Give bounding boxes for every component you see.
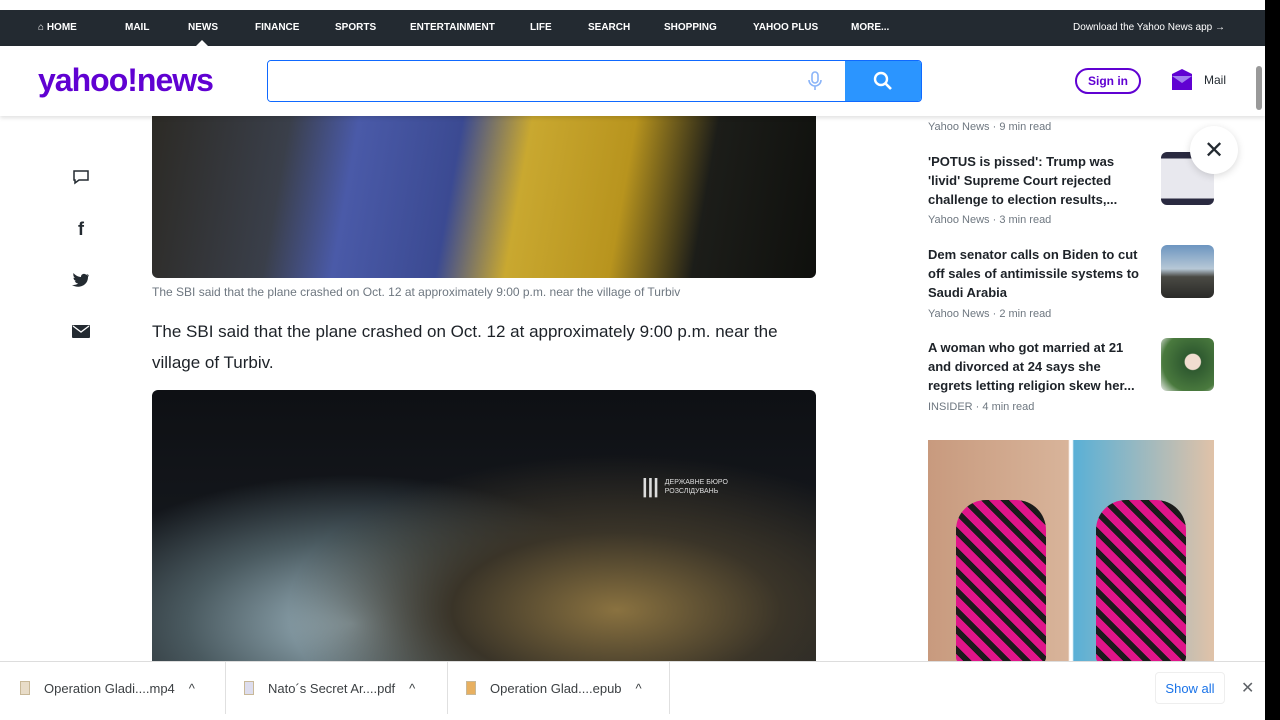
nav-mail[interactable]: MAIL bbox=[125, 22, 149, 33]
story-title[interactable]: A woman who got married at 21 and divorc… bbox=[928, 338, 1143, 395]
nav-yahoo-plus[interactable]: YAHOO PLUS bbox=[753, 22, 818, 33]
facebook-icon[interactable]: f bbox=[70, 218, 92, 240]
story-meta: Yahoo News · 9 min read bbox=[928, 121, 1052, 133]
search-bar bbox=[267, 60, 922, 102]
story-meta: INSIDER · 4 min read bbox=[928, 401, 1035, 413]
nav-home-label: HOME bbox=[46, 22, 77, 33]
file-icon bbox=[20, 681, 30, 695]
page: ⌂ HOME MAIL NEWS FINANCE SPORTS ENTERTAI… bbox=[0, 0, 1265, 720]
mail-label: Mail bbox=[1204, 73, 1227, 87]
nav-news[interactable]: NEWS bbox=[188, 22, 218, 33]
top-strip bbox=[0, 0, 1265, 10]
show-all-button[interactable]: Show all bbox=[1155, 672, 1225, 704]
article-paragraph: The SBI said that the plane crashed on O… bbox=[152, 322, 778, 372]
search-icon bbox=[873, 71, 892, 90]
comment-icon[interactable] bbox=[70, 166, 92, 188]
top-nav: ⌂ HOME MAIL NEWS FINANCE SPORTS ENTERTAI… bbox=[0, 10, 1265, 46]
download-filename: Operation Glad....epub bbox=[490, 680, 622, 696]
download-item[interactable]: Operation Glad....epub ^ bbox=[466, 662, 670, 714]
story-title[interactable]: 'POTUS is pissed': Trump was 'livid' Sup… bbox=[928, 152, 1143, 209]
nav-finance[interactable]: FINANCE bbox=[255, 22, 299, 33]
story-thumbnail[interactable] bbox=[1161, 338, 1214, 391]
download-filename: Operation Gladi....mp4 bbox=[44, 680, 175, 696]
article-image-plane-wreck bbox=[152, 116, 816, 278]
email-icon[interactable] bbox=[70, 320, 92, 342]
search-input[interactable] bbox=[268, 61, 785, 101]
download-filename: Nato´s Secret Ar....pdf bbox=[268, 680, 396, 696]
mail-link[interactable]: Mail bbox=[1170, 68, 1226, 92]
ad-dress-front bbox=[956, 500, 1046, 665]
download-item[interactable]: Operation Gladi....mp4 ^ bbox=[20, 662, 226, 714]
header: yahoo!news Sign in Mail bbox=[0, 46, 1265, 116]
download-bar: Operation Gladi....mp4 ^ Nato´s Secret Ar… bbox=[0, 661, 1265, 714]
mail-icon bbox=[1172, 69, 1192, 90]
nav-sports[interactable]: SPORTS bbox=[335, 22, 376, 33]
close-download-bar-icon[interactable]: ✕ bbox=[1241, 678, 1254, 698]
advertisement-swimsuit[interactable] bbox=[928, 440, 1214, 665]
nav-life[interactable]: LIFE bbox=[530, 22, 552, 33]
search-button[interactable] bbox=[845, 61, 921, 101]
story-title[interactable]: Dem senator calls on Biden to cut off sa… bbox=[928, 245, 1143, 302]
image-caption: The SBI said that the plane crashed on O… bbox=[152, 285, 681, 299]
nav-more[interactable]: MORE... bbox=[851, 22, 889, 33]
nav-shopping[interactable]: SHOPPING bbox=[664, 22, 717, 33]
sign-in-button[interactable]: Sign in bbox=[1075, 68, 1141, 94]
download-app-link[interactable]: Download the Yahoo News app → bbox=[1073, 22, 1225, 33]
chevron-up-icon[interactable]: ^ bbox=[636, 681, 642, 696]
yahoo-news-logo[interactable]: yahoo!news bbox=[38, 62, 214, 99]
file-icon bbox=[466, 681, 476, 695]
microphone-icon[interactable] bbox=[785, 61, 845, 101]
nav-entertainment[interactable]: ENTERTAINMENT bbox=[410, 22, 495, 33]
twitter-icon[interactable] bbox=[70, 269, 92, 291]
story-thumbnail[interactable] bbox=[1161, 245, 1214, 298]
nav-home[interactable]: ⌂ HOME bbox=[38, 22, 77, 33]
file-icon bbox=[244, 681, 254, 695]
chevron-up-icon[interactable]: ^ bbox=[409, 681, 415, 696]
chevron-up-icon[interactable]: ^ bbox=[189, 681, 195, 696]
article-image-wreckage-night: ||| ДЕРЖАВНЕ БЮРО РОЗСЛІДУВАНЬ bbox=[152, 390, 816, 665]
story-meta: Yahoo News · 2 min read bbox=[928, 308, 1052, 320]
ad-dress-back bbox=[1096, 500, 1186, 665]
story-meta: Yahoo News · 3 min read bbox=[928, 214, 1052, 226]
nav-search[interactable]: SEARCH bbox=[588, 22, 630, 33]
scrollbar-thumb[interactable] bbox=[1256, 66, 1262, 110]
download-item[interactable]: Nato´s Secret Ar....pdf ^ bbox=[244, 662, 448, 714]
close-icon[interactable]: ✕ bbox=[1190, 126, 1238, 174]
sbi-watermark: ||| ДЕРЖАВНЕ БЮРО РОЗСЛІДУВАНЬ bbox=[642, 475, 728, 498]
